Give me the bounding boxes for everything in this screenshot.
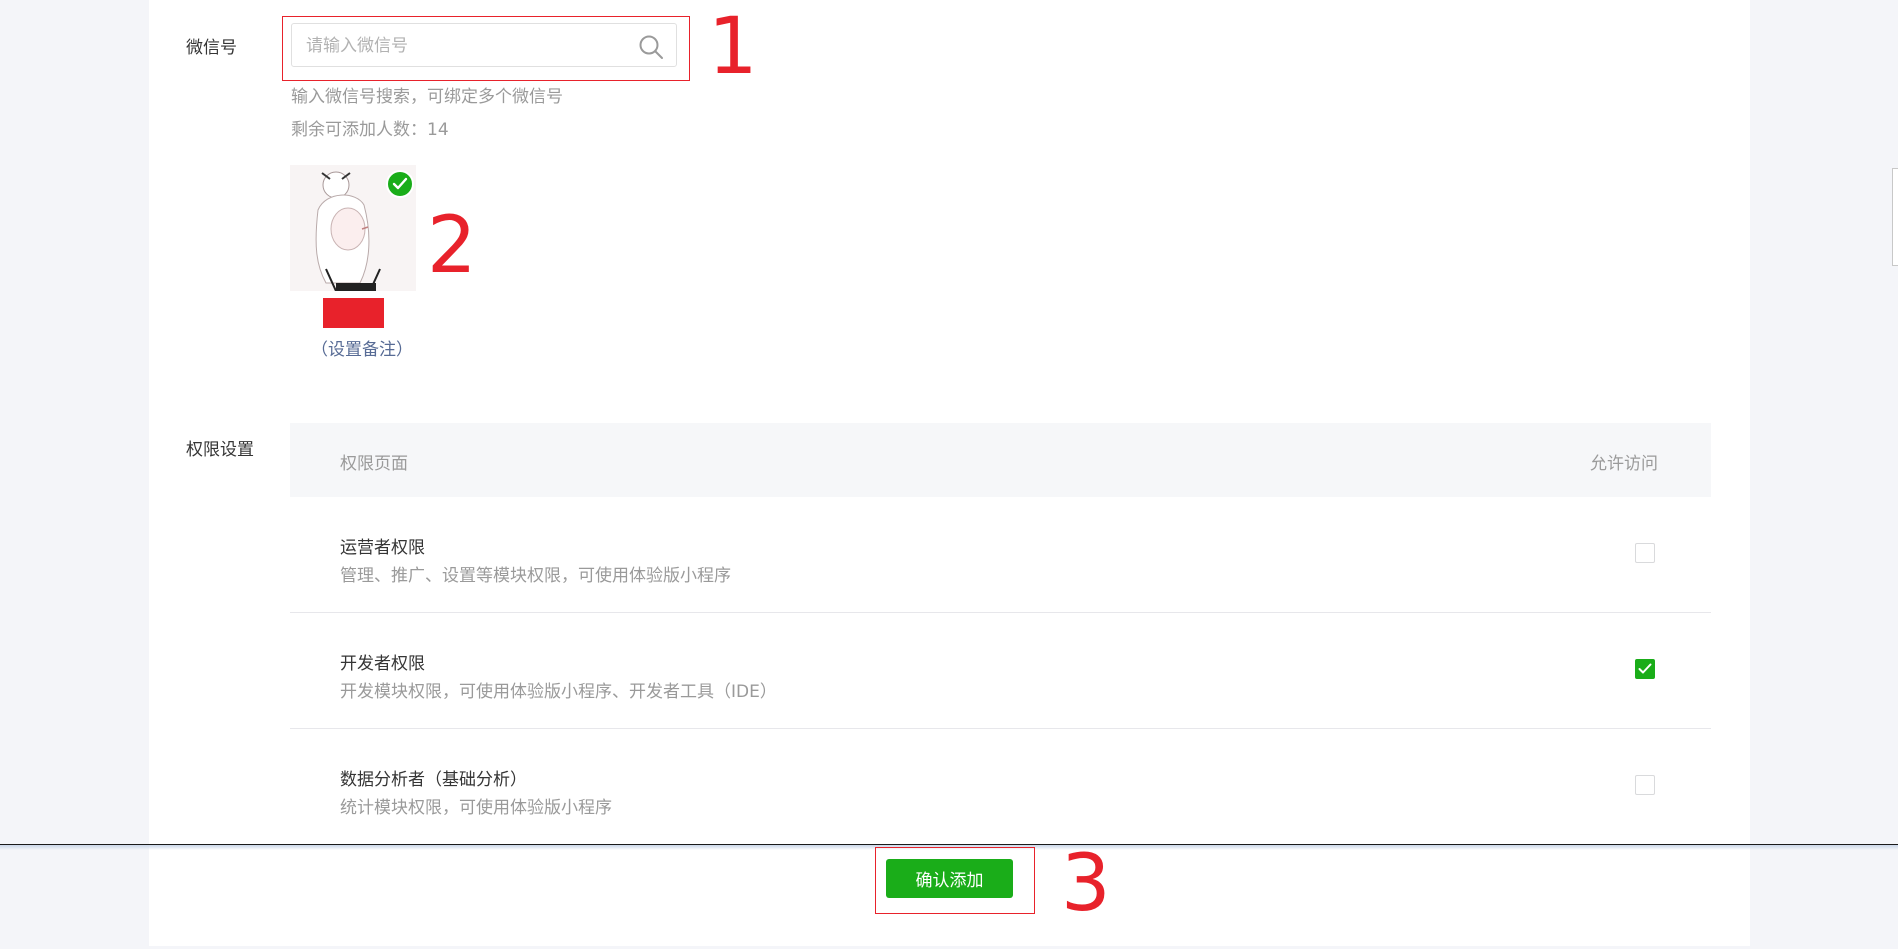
search-hint: 输入微信号搜索，可绑定多个微信号 [291, 87, 563, 107]
set-remark-link[interactable]: （设置备注） [311, 335, 413, 360]
side-tab-edge[interactable] [1892, 168, 1898, 266]
checkmark-icon [1638, 663, 1652, 674]
annotation-box-3 [875, 847, 1035, 914]
remaining-count: 剩余可添加人数：14 [291, 120, 449, 140]
permission-row-operator: 运营者权限 管理、推广、设置等模块权限，可使用体验版小程序 [290, 497, 1711, 613]
wechat-id-label: 微信号 [186, 38, 237, 58]
annotation-number-1: 1 [708, 2, 758, 92]
column-allow-access: 允许访问 [1590, 454, 1658, 474]
permission-row-developer: 开发者权限 开发模块权限，可使用体验版小程序、开发者工具（IDE） [290, 613, 1711, 729]
annotation-box-1 [282, 16, 690, 81]
permission-description: 统计模块权限，可使用体验版小程序 [340, 798, 612, 818]
permission-title: 数据分析者（基础分析） [340, 770, 527, 790]
check-circle-icon [386, 170, 414, 198]
permission-title: 运营者权限 [340, 538, 425, 558]
annotation-number-3: 3 [1061, 839, 1111, 929]
permission-table-header: 权限页面 允许访问 [290, 423, 1711, 497]
column-permission-page: 权限页面 [340, 454, 408, 474]
redacted-username [323, 298, 384, 328]
permission-title: 开发者权限 [340, 654, 425, 674]
permission-description: 开发模块权限，可使用体验版小程序、开发者工具（IDE） [340, 682, 777, 702]
permission-description: 管理、推广、设置等模块权限，可使用体验版小程序 [340, 566, 731, 586]
operator-permission-checkbox[interactable] [1635, 543, 1655, 563]
annotation-number-2: 2 [427, 201, 477, 291]
permission-row-data-analyst: 数据分析者（基础分析） 统计模块权限，可使用体验版小程序 [290, 729, 1711, 845]
developer-permission-checkbox[interactable] [1635, 659, 1655, 679]
permission-settings-label: 权限设置 [186, 440, 254, 460]
data-analyst-permission-checkbox[interactable] [1635, 775, 1655, 795]
